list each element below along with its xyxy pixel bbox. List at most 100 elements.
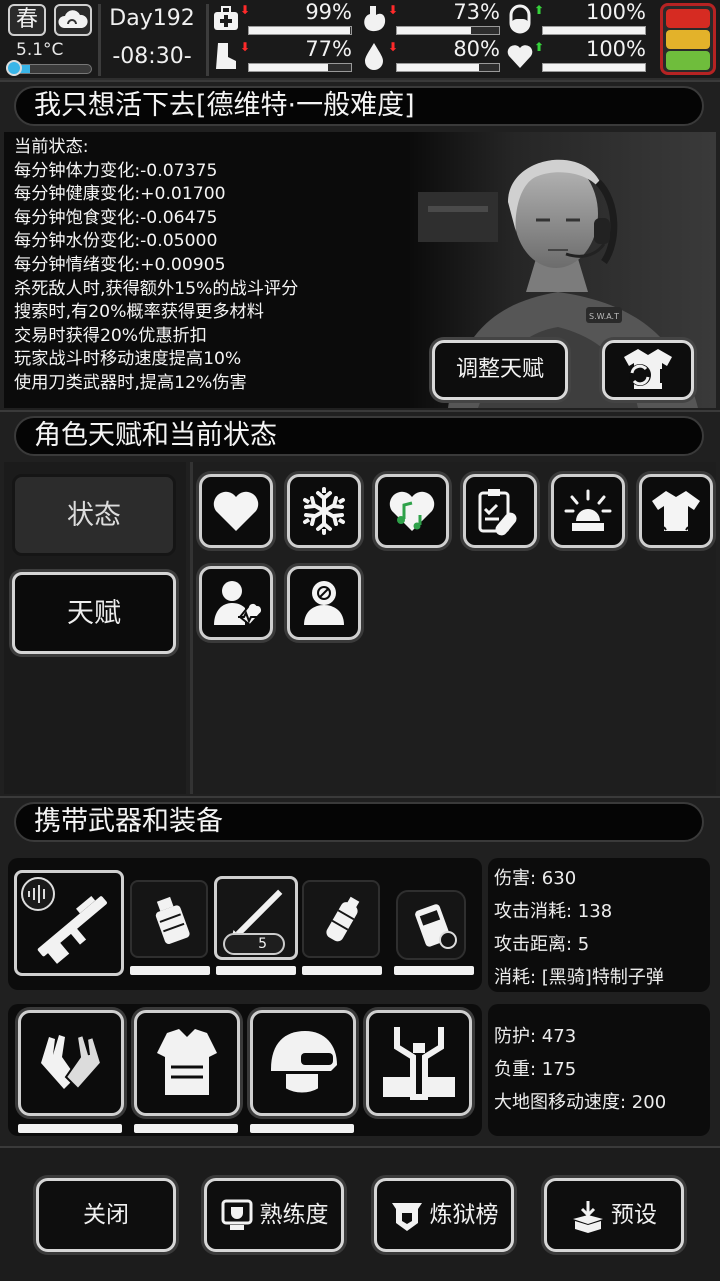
- banner-shield-icon: [391, 1202, 422, 1231]
- status-lines: 当前状态: 每分钟体力变化:-0.07375 每分钟健康变化:+0.01700 …: [14, 136, 298, 396]
- rifle-icon: [37, 895, 107, 964]
- backpack-frame-icon: [383, 1027, 455, 1100]
- download-box-icon: [573, 1200, 603, 1233]
- close-button[interactable]: 关闭: [36, 1178, 176, 1252]
- day-counter: Day192: [109, 6, 195, 31]
- trend-up-icon: ⬆: [534, 40, 545, 54]
- tab-status[interactable]: 状态: [12, 474, 176, 556]
- clipboard-pill-icon: [478, 489, 517, 536]
- purgatory-ranking-button[interactable]: 炼狱榜: [374, 1178, 514, 1252]
- weapon-slot-melee[interactable]: 5: [214, 876, 298, 960]
- divider: [206, 4, 209, 76]
- armor-slot-body[interactable]: [134, 1010, 240, 1116]
- durability-bar: [134, 1124, 238, 1133]
- stat-bar: [396, 63, 500, 72]
- snowflake-icon: [303, 487, 345, 535]
- detonator-icon: [415, 904, 457, 949]
- stat-water: ⬇ 80%: [360, 37, 506, 75]
- armor-slot-gloves[interactable]: [18, 1010, 124, 1116]
- talent-mind[interactable]: [287, 566, 361, 640]
- weapon-slot-device[interactable]: [396, 890, 466, 960]
- character-title: 我只想活下去[德维特·一般难度]: [14, 86, 704, 126]
- heart-icon: [213, 491, 259, 531]
- talent-heart[interactable]: [199, 474, 273, 548]
- stomach-icon: [364, 6, 386, 32]
- music-heart-icon: [389, 491, 435, 531]
- swap-outfit-button[interactable]: [602, 340, 694, 400]
- status-line: 当前状态:: [14, 137, 89, 157]
- alarm-light-icon: [564, 489, 612, 531]
- armor-weight: 负重: 175: [494, 1059, 577, 1080]
- proficiency-label: 熟练度: [259, 1202, 329, 1228]
- stat-stamina: ⬇ 77%: [212, 37, 358, 75]
- body-armor-icon: [157, 1029, 217, 1095]
- alert-yellow-light: [666, 30, 710, 49]
- flashbang-icon: [326, 896, 360, 942]
- trend-up-icon: ⬆: [534, 3, 545, 17]
- grenade-icon: [155, 896, 190, 944]
- talent-alarm[interactable]: [551, 474, 625, 548]
- trophy-screen-icon: [221, 1199, 252, 1230]
- status-line: 使用刀类武器时,提高12%伤害: [14, 372, 247, 393]
- stat-value: 77%: [305, 37, 352, 61]
- weapon-slots: 5: [8, 858, 482, 990]
- weapon-slot-flashbang[interactable]: [302, 880, 380, 958]
- weapon-range: 攻击距离: 5: [494, 934, 590, 955]
- status-line: 每分钟饱食变化:-0.06475: [14, 207, 218, 228]
- trend-down-icon: ⬇: [240, 3, 251, 17]
- heart-icon: [507, 45, 533, 68]
- armor-slot-helmet[interactable]: [250, 1010, 356, 1116]
- status-line: 交易时获得20%优惠折扣: [14, 325, 207, 346]
- water-drop-icon: [365, 43, 383, 70]
- status-line: 每分钟情绪变化:+0.00905: [14, 254, 226, 275]
- weapon-damage: 伤害: 630: [494, 868, 577, 889]
- stat-pill: ⬆ 100%: [506, 0, 652, 38]
- swap-shirt-icon: [624, 349, 672, 389]
- portrait-badge: S.W.A.T: [589, 312, 619, 321]
- season-badge: 春: [8, 4, 46, 36]
- stat-value: 80%: [453, 37, 500, 61]
- close-label: 关闭: [83, 1202, 129, 1228]
- medkit-icon: [214, 6, 238, 30]
- trend-down-icon: ⬇: [240, 40, 251, 54]
- equipment-title: 携带武器和装备: [14, 802, 704, 842]
- weapon-ammo: 消耗: [黑骑]特制子弹: [494, 967, 664, 988]
- alert-red-light: [666, 9, 710, 28]
- temperature-readout: 5.1°C: [16, 40, 64, 60]
- armor-slots: [8, 1004, 482, 1136]
- durability-bar: [216, 966, 296, 975]
- gloves-icon: [41, 1033, 103, 1091]
- stat-value: 100%: [585, 37, 646, 61]
- person-head-icon: [304, 581, 344, 625]
- stat-bar: [248, 26, 352, 35]
- talent-tabs: 状态 天赋: [4, 462, 186, 794]
- cloud-icon: [54, 4, 92, 36]
- status-line: 搜索时,有20%概率获得更多材料: [14, 302, 264, 323]
- weapon-slot-grenade[interactable]: [130, 880, 208, 958]
- talent-music[interactable]: [375, 474, 449, 548]
- armor-slot-equipment[interactable]: [366, 1010, 472, 1116]
- weapon-attack-cost: 攻击消耗: 138: [494, 901, 613, 922]
- armor-info: 防护: 473 负重: 175 大地图移动速度: 200: [488, 1004, 710, 1136]
- preset-label: 预设: [611, 1202, 657, 1228]
- weapon-slot-primary[interactable]: [14, 870, 124, 976]
- status-line: 每分钟水份变化:-0.05000: [14, 231, 218, 252]
- talent-clothing[interactable]: [639, 474, 713, 548]
- talent-health-person[interactable]: [199, 566, 273, 640]
- helmet-icon: [271, 1031, 337, 1095]
- alert-light-button[interactable]: [660, 3, 716, 75]
- armor-defense: 防护: 473: [494, 1026, 577, 1047]
- stat-bar: [396, 26, 500, 35]
- talent-cold[interactable]: [287, 474, 361, 548]
- preset-button[interactable]: 预设: [544, 1178, 684, 1252]
- talent-medical[interactable]: [463, 474, 537, 548]
- weapon-info: 伤害: 630 攻击消耗: 138 攻击距离: 5 消耗: [黑骑]特制子弹: [488, 858, 710, 992]
- game-clock: -08:30-: [112, 44, 192, 69]
- proficiency-button[interactable]: 熟练度: [204, 1178, 344, 1252]
- tab-talent[interactable]: 天赋: [12, 572, 176, 654]
- person-heartbeat-icon: [214, 581, 262, 627]
- ranking-label: 炼狱榜: [429, 1202, 499, 1228]
- adjust-talent-button[interactable]: 调整天赋: [432, 340, 568, 400]
- divider: [98, 4, 101, 76]
- talents-title: 角色天赋和当前状态: [14, 416, 704, 456]
